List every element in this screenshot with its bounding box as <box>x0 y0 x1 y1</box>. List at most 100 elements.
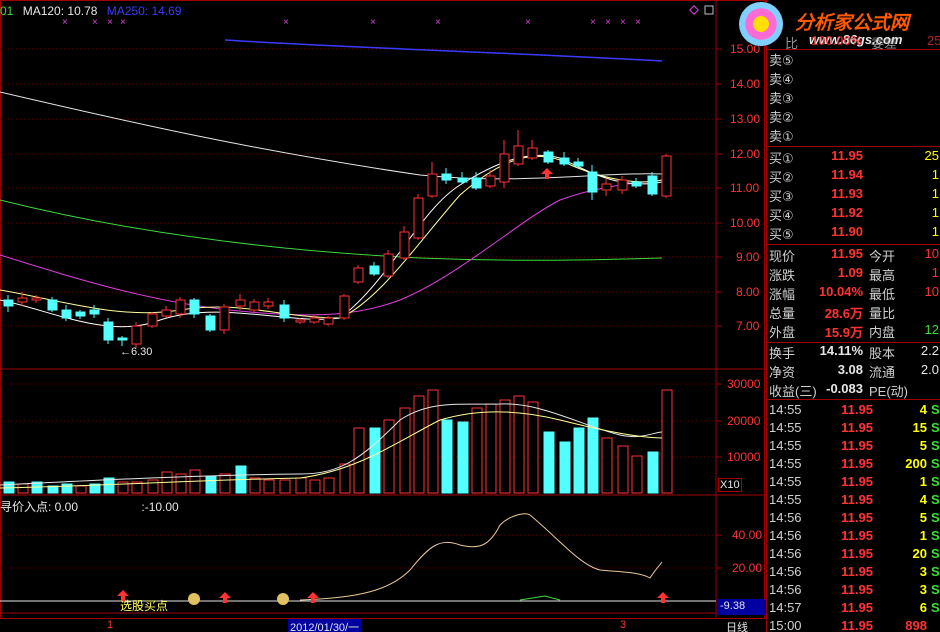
tick-row: 14:55 11.95 1 S <box>767 474 940 492</box>
tick-row: 15:00 11.95 898 <box>767 618 940 632</box>
candle-body <box>661 155 672 197</box>
tick-price: 11.95 <box>841 528 873 543</box>
stat-label: 涨跌 <box>769 268 796 283</box>
candle-body <box>369 265 380 275</box>
money-bag-icons <box>188 593 289 605</box>
tick-price: 11.95 <box>841 600 873 615</box>
time-axis-date: 2012/01/30/一 <box>288 619 362 632</box>
candle-body <box>559 157 570 165</box>
sell-level-row[interactable]: 卖⑤ <box>767 50 940 69</box>
time-axis-label: 1 <box>107 619 114 631</box>
tick-row: 14:56 11.95 1 S <box>767 528 940 546</box>
svg-text:×: × <box>370 17 376 28</box>
tick-side: S <box>931 582 940 597</box>
tick-row: 14:55 11.95 4 S <box>767 402 940 420</box>
candle-body <box>309 317 320 323</box>
stat-label: 涨幅 <box>769 287 796 302</box>
volume-bar <box>441 419 453 494</box>
sell-level-row[interactable]: 卖③ <box>767 88 940 107</box>
tick-price: 11.95 <box>841 456 873 471</box>
volume-bar <box>661 389 673 494</box>
volume-bar <box>309 479 321 494</box>
svg-text:×: × <box>107 17 113 28</box>
indicator-label: 寻价入点: 0.00 <box>0 500 79 514</box>
volume-bar <box>587 417 599 494</box>
volume-bar <box>249 477 261 494</box>
candle-body <box>485 175 496 187</box>
buy-level-row[interactable]: 买⑤ 11.90 1 <box>767 224 940 243</box>
buy-level-row[interactable]: 买① 11.95 25 <box>767 148 940 167</box>
tick-row: 14:55 11.95 5 S <box>767 438 940 456</box>
volume-bar <box>647 451 659 494</box>
stat-row: 净资 3.08 流通 2.0 <box>767 362 940 381</box>
volume-bar <box>369 427 381 494</box>
kline-chart[interactable]: × × × × × × × × × × × × <box>0 0 766 632</box>
buy-level-price: 11.93 <box>831 186 863 201</box>
tick-side: S <box>931 456 940 471</box>
stat-label: 换手 <box>769 346 796 361</box>
price-axis-label: 8.00 <box>736 285 760 299</box>
volume-bar <box>471 407 483 494</box>
sell-level-row[interactable]: 卖① <box>767 126 940 145</box>
tick-row: 14:55 11.95 15 S <box>767 420 940 438</box>
candle-body <box>617 179 628 191</box>
indicator-axis-label: 20.00 <box>732 561 763 575</box>
volume-axis-label: 20000 <box>727 414 761 428</box>
candle-body <box>383 253 394 277</box>
tick-price: 11.95 <box>841 546 873 561</box>
price-axis-label: 12.00 <box>730 147 761 161</box>
sell-level-label: 卖① <box>769 129 794 144</box>
sell-level-row[interactable]: 卖④ <box>767 69 940 88</box>
buy-level-price: 11.90 <box>831 224 863 239</box>
quote-panel: 分析家公式网 www.86gs.com 比 100.00% 委差 25 卖⑤ 卖④… <box>739 0 940 632</box>
svg-text:×: × <box>620 17 626 28</box>
stat-value: 11.95 <box>831 246 863 261</box>
tick-price: 11.95 <box>841 492 873 507</box>
candle-body <box>31 297 42 301</box>
buy-level-row[interactable]: 买③ 11.93 1 <box>767 186 940 205</box>
ma250-label: MA250: 14.69 <box>106 4 182 18</box>
sell-level-row[interactable]: 卖② <box>767 107 940 126</box>
volume-bar <box>485 403 497 494</box>
svg-text:×: × <box>525 17 531 28</box>
ma10-line <box>0 155 663 319</box>
stat-row: 外盘 15.9万 内盘 12 <box>767 322 940 341</box>
x10-label[interactable]: X10 <box>718 478 742 492</box>
tick-side: S <box>931 600 940 615</box>
buy-level-price: 11.94 <box>831 167 863 182</box>
sell-level-label: 卖③ <box>769 91 794 106</box>
stat-label: 外盘 <box>769 325 796 340</box>
candle-body <box>441 173 452 181</box>
stat-label: PE(动) <box>869 384 909 399</box>
tick-side: S <box>931 564 940 579</box>
tick-volume: 4 <box>919 492 927 507</box>
volume-axis-label: 30000 <box>727 377 761 391</box>
tick-volume: 3 <box>919 564 927 579</box>
candle-body <box>413 197 424 239</box>
tick-row: 14:56 11.95 3 S <box>767 564 940 582</box>
volume-bar <box>527 401 539 494</box>
tick-volume: 4 <box>919 402 927 417</box>
tick-time: 14:55 <box>769 438 802 453</box>
stat-value: 15.9万 <box>824 325 863 340</box>
tick-volume: 898 <box>905 618 927 632</box>
tick-volume: 5 <box>919 510 927 525</box>
top-markers: × × × × × × × × × × × × <box>62 17 641 28</box>
buy-level-row[interactable]: 买④ 11.92 1 <box>767 205 940 224</box>
candle-body <box>587 171 598 193</box>
volume-bar <box>631 455 643 494</box>
svg-text:×: × <box>120 17 126 28</box>
candle-body <box>161 309 172 317</box>
tick-list[interactable]: 14:55 11.95 4 S 14:55 11.95 15 S 14:55 11.95 5 S 14:… <box>767 402 940 632</box>
period-label[interactable]: 日线 <box>726 619 748 632</box>
buy-levels: 买① 11.95 25 买② 11.94 1 买③ 11.93 1 买④ 11.92 1 买⑤ 11.90… <box>767 148 940 244</box>
tick-time: 14:56 <box>769 546 802 561</box>
indicator-axis-label: 40.00 <box>732 528 763 542</box>
stat-row: 总量 28.6万 量比 <box>767 303 940 322</box>
volume-bar <box>147 479 159 494</box>
tick-price: 11.95 <box>841 420 873 435</box>
tick-side: S <box>931 438 940 453</box>
buy-level-row[interactable]: 买② 11.94 1 <box>767 167 940 186</box>
tick-time: 14:55 <box>769 492 802 507</box>
indicator-value: :-10.00 <box>141 500 179 514</box>
